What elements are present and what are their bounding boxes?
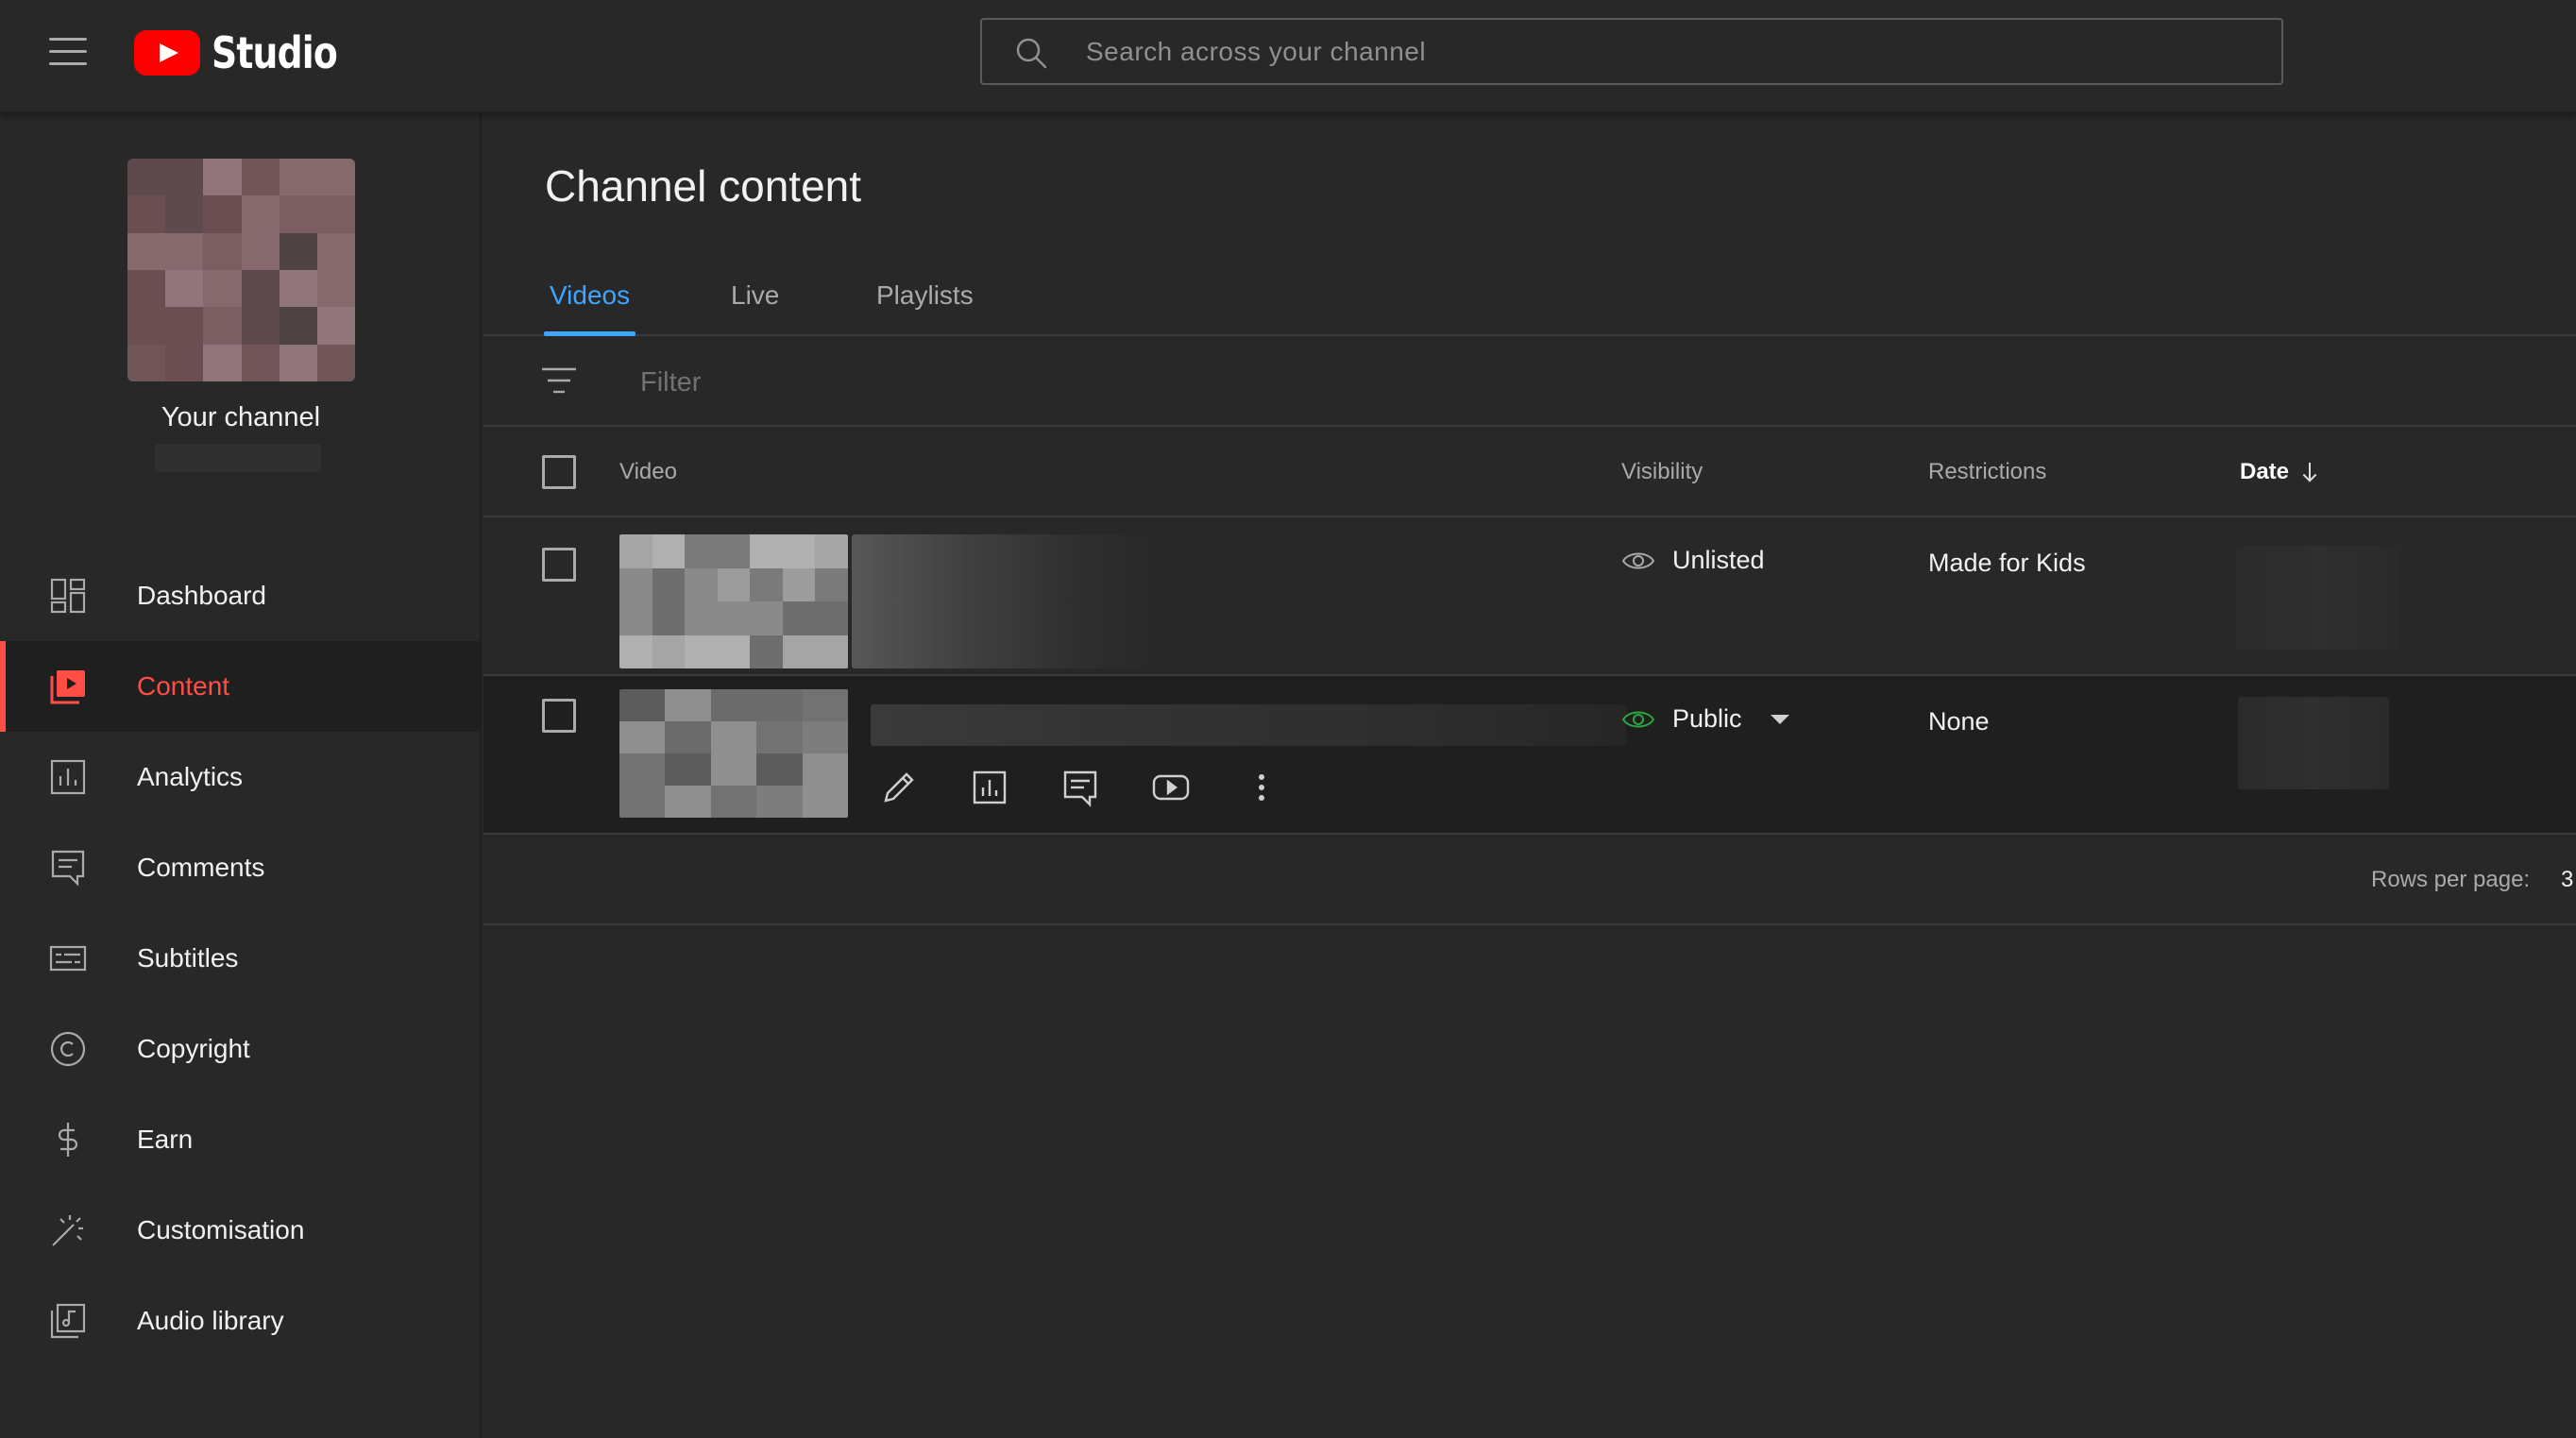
sidebar-item-dashboard[interactable]: Dashboard	[0, 550, 482, 641]
page-title: Channel content	[545, 161, 862, 211]
video-thumbnail[interactable]	[619, 534, 848, 668]
comments-icon	[51, 850, 85, 887]
column-header-video[interactable]: Video	[619, 459, 677, 485]
view-on-youtube-button[interactable]	[1148, 765, 1194, 810]
sidebar-item-subtitles[interactable]: Subtitles	[0, 913, 482, 1004]
row-checkbox[interactable]	[542, 548, 576, 582]
video-title-redacted	[871, 704, 1626, 746]
pencil-icon	[884, 772, 914, 803]
sidebar-item-customisation[interactable]: Customisation	[0, 1185, 482, 1276]
pagination-bar: Rows per page: 3	[483, 835, 2576, 925]
more-vert-icon	[1259, 774, 1264, 801]
filter-bar	[483, 336, 2576, 427]
comments-button[interactable]	[1058, 765, 1103, 810]
sidebar-item-label: Audio library	[137, 1306, 284, 1335]
copyright-icon	[50, 1031, 86, 1067]
youtube-logo-icon	[134, 30, 200, 76]
channel-avatar[interactable]	[127, 159, 355, 381]
tab-playlists[interactable]: Playlists	[876, 257, 974, 334]
sidebar-item-label: Content	[137, 671, 230, 701]
sidebar-item-label: Comments	[137, 853, 265, 882]
thumbnail-pixelated-image	[619, 689, 848, 818]
hamburger-menu-icon[interactable]	[49, 38, 87, 66]
edit-details-button[interactable]	[876, 765, 922, 810]
sidebar-item-audio-library[interactable]: Audio library	[0, 1276, 482, 1366]
sidebar-item-label: Subtitles	[137, 943, 239, 973]
column-header-date-label: Date	[2240, 459, 2290, 484]
earn-dollar-icon	[58, 1123, 78, 1157]
main-content: Channel content Videos Live Playlists Vi…	[483, 113, 2576, 1438]
analytics-icon	[50, 759, 86, 795]
sidebar-item-analytics[interactable]: Analytics	[0, 732, 482, 822]
sidebar-item-label: Dashboard	[137, 581, 266, 610]
sidebar-item-content[interactable]: Content	[0, 641, 482, 732]
date-redacted	[2235, 546, 2400, 650]
brand-name: Studio	[212, 27, 338, 78]
magic-wand-icon	[52, 1215, 83, 1246]
select-all-checkbox[interactable]	[542, 455, 576, 489]
table-row[interactable]: Public None	[483, 676, 2576, 835]
content-icon	[50, 670, 85, 704]
column-header-visibility[interactable]: Visibility	[1621, 459, 1703, 485]
search-icon[interactable]	[1014, 36, 1048, 70]
audio-library-icon	[50, 1303, 86, 1339]
comments-icon	[1063, 770, 1097, 807]
thumbnail-pixelated-image	[619, 534, 848, 668]
video-title-redacted	[852, 534, 1154, 668]
arrow-down-icon	[2302, 463, 2317, 482]
tab-videos[interactable]: Videos	[543, 257, 636, 336]
sidebar-nav: Dashboard Content Analytics Comments Sub…	[0, 550, 482, 1366]
visibility-cell[interactable]: Public	[1621, 704, 1789, 734]
filter-input[interactable]	[640, 359, 1207, 406]
sidebar-item-copyright[interactable]: Copyright	[0, 1004, 482, 1094]
sidebar-item-earn[interactable]: Earn	[0, 1094, 482, 1185]
sidebar-item-label: Copyright	[137, 1034, 250, 1063]
rows-per-page-label: Rows per page:	[2371, 867, 2531, 892]
column-header-restrictions[interactable]: Restrictions	[1928, 459, 2046, 485]
table-row[interactable]: Unlisted Made for Kids	[483, 517, 2576, 676]
visibility-label: Public	[1672, 704, 1742, 733]
column-header-date[interactable]: Date	[2240, 459, 2319, 485]
visibility-dropdown-icon[interactable]	[1770, 714, 1789, 724]
content-tabs: Videos Live Playlists	[483, 257, 2576, 336]
channel-label: Your channel	[161, 402, 321, 432]
eye-icon	[1621, 552, 1655, 568]
youtube-play-icon	[1152, 774, 1190, 801]
restrictions-cell: None	[1928, 707, 1990, 736]
eye-icon	[1621, 711, 1655, 727]
video-thumbnail[interactable]	[619, 689, 848, 818]
filter-icon[interactable]	[540, 364, 578, 397]
tab-live[interactable]: Live	[731, 257, 779, 334]
sidebar: Your channel Dashboard Content Analytics	[0, 113, 482, 1438]
row-checkbox[interactable]	[542, 699, 576, 733]
analytics-button[interactable]	[967, 765, 1012, 810]
search-box[interactable]	[980, 18, 2283, 85]
search-input[interactable]	[1086, 20, 2219, 83]
visibility-label: Unlisted	[1672, 546, 1765, 574]
options-button[interactable]	[1239, 765, 1284, 810]
top-bar: Studio	[0, 0, 2576, 113]
visibility-cell: Unlisted	[1621, 546, 1765, 575]
channel-name-redacted	[155, 444, 321, 472]
studio-logo[interactable]: Studio	[134, 26, 364, 79]
date-redacted	[2238, 697, 2389, 789]
rows-per-page-select[interactable]: 3	[2561, 867, 2573, 893]
dashboard-icon	[50, 578, 86, 614]
analytics-icon	[973, 770, 1007, 804]
table-header: Video Visibility Restrictions Date	[483, 427, 2576, 517]
sidebar-item-label: Earn	[137, 1125, 194, 1154]
sidebar-item-label: Customisation	[137, 1215, 305, 1244]
sidebar-item-comments[interactable]: Comments	[0, 822, 482, 913]
sidebar-item-label: Analytics	[137, 762, 244, 791]
subtitles-icon	[49, 945, 87, 972]
avatar-pixelated-image	[127, 159, 355, 381]
restrictions-cell: Made for Kids	[1928, 549, 2086, 577]
